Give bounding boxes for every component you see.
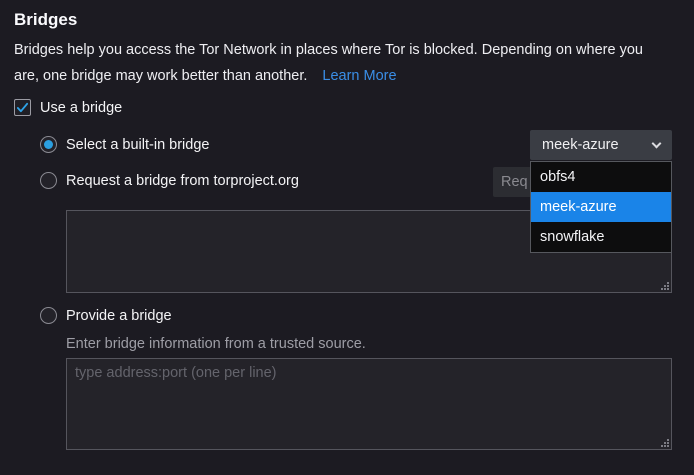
bridges-settings-panel: Bridges Bridges help you access the Tor … [0,0,694,475]
provide-bridge-hint: Enter bridge information from a trusted … [66,336,366,352]
description-line2: are, one bridge may work better than ano… [14,68,307,84]
request-bridge-label[interactable]: Request a bridge from torproject.org [66,173,299,189]
provide-bridge-label[interactable]: Provide a bridge [66,308,172,324]
request-bridge-radio[interactable] [40,172,57,189]
description-line1: Bridges help you access the Tor Network … [14,42,643,58]
dropdown-option-obfs4[interactable]: obfs4 [531,162,671,192]
builtin-bridge-row: Select a built-in bridge [40,136,209,153]
provide-bridge-radio[interactable] [40,307,57,324]
use-a-bridge-checkbox[interactable] [14,99,31,116]
builtin-bridge-radio[interactable] [40,136,57,153]
provide-bridge-row: Provide a bridge [40,307,172,324]
resize-grip-icon[interactable] [659,280,670,291]
dropdown-option-snowflake[interactable]: snowflake [531,222,671,252]
request-bridge-row: Request a bridge from torproject.org [40,172,299,189]
bridges-description: Bridges help you access the Tor Network … [14,37,686,89]
page-title: Bridges [14,10,77,30]
builtin-bridge-select[interactable]: meek-azure [530,130,672,160]
use-a-bridge-row: Use a bridge [14,99,122,116]
chevron-down-icon [652,138,662,148]
check-icon [16,101,29,114]
builtin-bridge-dropdown-popup: obfs4 meek-azure snowflake [530,161,672,253]
learn-more-link[interactable]: Learn More [322,68,396,84]
dropdown-option-meek-azure[interactable]: meek-azure [531,192,671,222]
use-a-bridge-label[interactable]: Use a bridge [40,100,122,116]
resize-grip-icon[interactable] [659,437,670,448]
builtin-bridge-select-value: meek-azure [542,137,653,153]
builtin-bridge-label[interactable]: Select a built-in bridge [66,137,209,153]
provide-bridge-textarea-wrap [66,358,672,450]
provide-bridge-textarea[interactable] [66,358,672,450]
